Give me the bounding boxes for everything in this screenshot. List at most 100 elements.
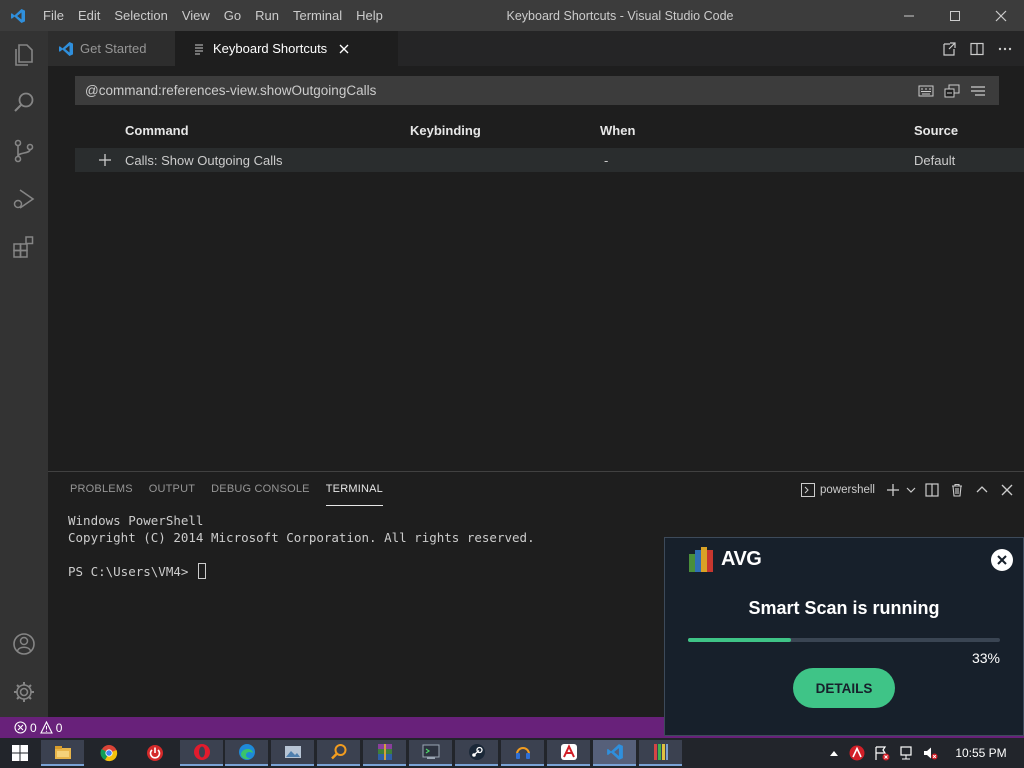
scan-progress-percent: 33%	[971, 650, 1000, 666]
vscode-logo-icon	[0, 0, 36, 31]
new-terminal-icon[interactable]	[882, 479, 904, 501]
notepad-icon[interactable]	[639, 740, 682, 766]
close-tab-icon[interactable]	[336, 41, 352, 57]
avg-close-button[interactable]	[991, 549, 1013, 571]
open-json-icon[interactable]	[936, 36, 962, 62]
edge-icon[interactable]	[225, 740, 268, 766]
source-control-icon[interactable]	[0, 127, 48, 175]
search-icon[interactable]	[0, 79, 48, 127]
windows-logo-icon	[12, 745, 28, 761]
column-header-keybinding[interactable]: Keybinding	[410, 123, 481, 138]
terminal-prompt-line: PS C:\Users\VM4>	[68, 563, 535, 580]
keybindings-table-header: Command Keybinding When Source	[75, 119, 1024, 143]
terminal-output[interactable]: Windows PowerShell Copyright (C) 2014 Mic…	[68, 512, 535, 580]
split-terminal-icon[interactable]	[921, 479, 943, 501]
record-keys-icon[interactable]	[913, 80, 939, 102]
winrar-icon[interactable]	[363, 740, 406, 766]
terminal-line: Copyright (C) 2014 Microsoft Corporation…	[68, 530, 535, 545]
network-tray-icon[interactable]	[895, 738, 917, 768]
tab-problems[interactable]: PROBLEMS	[70, 472, 133, 507]
maximize-button[interactable]	[932, 0, 978, 31]
steam-icon[interactable]	[455, 740, 498, 766]
photos-icon[interactable]	[271, 740, 314, 766]
settings-gear-icon[interactable]	[0, 668, 48, 716]
column-header-when[interactable]: When	[600, 123, 635, 138]
vscode-icon[interactable]	[593, 740, 636, 766]
column-header-command[interactable]: Command	[125, 123, 189, 138]
terminal-prompt: PS C:\Users\VM4>	[68, 564, 196, 579]
warning-icon	[39, 721, 53, 734]
keybindings-search-input[interactable]	[75, 83, 895, 98]
accounts-icon[interactable]	[0, 620, 48, 668]
tab-keyboard-shortcuts[interactable]: Keyboard Shortcuts	[175, 31, 398, 66]
scan-progress-fill	[688, 638, 791, 642]
problems-status[interactable]: 0 0	[14, 721, 65, 735]
terminal-shell-label: powershell	[820, 483, 875, 496]
show-hidden-icons-icon[interactable]	[826, 738, 842, 768]
keyboard-shortcuts-editor: Command Keybinding When Source Calls: Sh…	[48, 66, 1024, 471]
menu-run[interactable]: Run	[248, 0, 286, 31]
menu-file[interactable]: File	[36, 0, 71, 31]
chevron-down-icon[interactable]	[904, 479, 918, 501]
vscode-tab-icon	[58, 41, 74, 57]
split-editor-icon[interactable]	[964, 36, 990, 62]
tab-get-started[interactable]: Get Started	[48, 31, 175, 66]
terminal-app-icon[interactable]	[409, 740, 452, 766]
panel-actions: powershell	[801, 472, 1018, 507]
search-tool-icon[interactable]	[317, 740, 360, 766]
terminal-line: Windows PowerShell	[68, 513, 204, 528]
menu-view[interactable]: View	[175, 0, 217, 31]
tab-terminal[interactable]: TERMINAL	[325, 472, 383, 506]
more-actions-icon[interactable]	[992, 36, 1018, 62]
clear-filter-icon[interactable]	[965, 80, 991, 102]
maximize-panel-icon[interactable]	[971, 479, 993, 501]
avira-icon[interactable]	[547, 740, 590, 766]
tab-label: Keyboard Shortcuts	[213, 41, 328, 56]
list-file-icon	[191, 41, 207, 57]
menu-help[interactable]: Help	[349, 0, 390, 31]
cell-when: -	[604, 153, 609, 168]
menu-terminal[interactable]: Terminal	[286, 0, 349, 31]
scan-progress-bar	[688, 638, 1000, 642]
column-header-source[interactable]: Source	[914, 123, 958, 138]
explorer-icon[interactable]	[0, 31, 48, 79]
table-row[interactable]: Calls: Show Outgoing Calls - Default	[75, 148, 1024, 172]
close-panel-icon[interactable]	[996, 479, 1018, 501]
title-bar: File Edit Selection View Go Run Terminal…	[0, 0, 1024, 31]
file-explorer-icon[interactable]	[41, 740, 84, 766]
panel-tabs: PROBLEMS OUTPUT DEBUG CONSOLE TERMINAL	[62, 472, 391, 507]
volume-muted-icon[interactable]	[919, 738, 941, 768]
windows-taskbar: 10:55 PM	[0, 738, 1024, 768]
window-controls	[886, 0, 1024, 31]
add-keybinding-icon[interactable]	[97, 152, 113, 168]
menu-edit[interactable]: Edit	[71, 0, 107, 31]
avg-brand-text: AVG	[721, 547, 762, 570]
taskbar-clock[interactable]: 10:55 PM	[946, 738, 1016, 768]
tab-debug-console[interactable]: DEBUG CONSOLE	[211, 472, 310, 507]
menu-bar: File Edit Selection View Go Run Terminal…	[36, 0, 390, 31]
terminal-shell-selector[interactable]: powershell	[801, 482, 875, 497]
avg-logo: AVG	[687, 546, 762, 572]
minimize-button[interactable]	[886, 0, 932, 31]
trash-icon[interactable]	[946, 479, 968, 501]
details-button[interactable]: DETAILS	[793, 668, 895, 708]
run-debug-icon[interactable]	[0, 175, 48, 223]
chrome-icon[interactable]	[87, 740, 130, 766]
menu-go[interactable]: Go	[217, 0, 248, 31]
start-button[interactable]	[0, 738, 40, 768]
terminal-icon	[801, 482, 816, 497]
extensions-icon[interactable]	[0, 223, 48, 271]
editor-actions	[934, 31, 1024, 66]
sort-by-precedence-icon[interactable]	[939, 80, 965, 102]
headphones-app-icon[interactable]	[501, 740, 544, 766]
opera-icon[interactable]	[180, 740, 223, 766]
close-window-button[interactable]	[978, 0, 1024, 31]
avg-heading: Smart Scan is running	[748, 598, 940, 618]
menu-selection[interactable]: Selection	[107, 0, 174, 31]
tab-output[interactable]: OUTPUT	[149, 472, 195, 507]
tab-label: Get Started	[80, 41, 147, 56]
power-app-icon[interactable]	[133, 740, 176, 766]
flag-tray-icon[interactable]	[871, 738, 893, 768]
avira-tray-icon[interactable]	[846, 738, 868, 768]
